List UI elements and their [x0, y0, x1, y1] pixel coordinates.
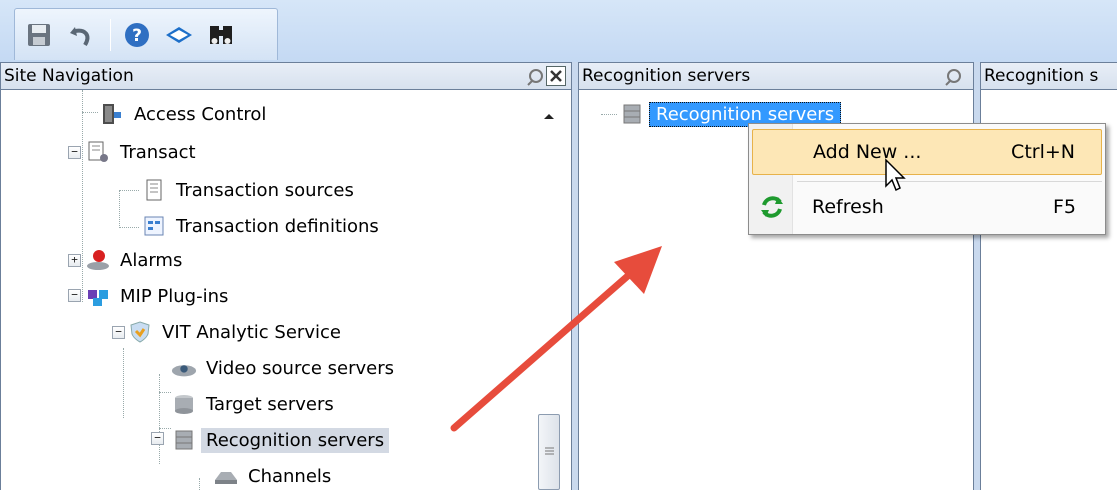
tree-item-label: Recognition servers	[201, 427, 390, 453]
server-icon	[171, 428, 197, 452]
camera-server-icon	[171, 356, 197, 380]
access-control-icon	[99, 102, 125, 126]
tree-item-label: Video source servers	[206, 357, 395, 379]
tree-item-label: Target servers	[206, 393, 334, 415]
site-navigation-header: Site Navigation	[0, 62, 572, 90]
help-icon[interactable]: ?	[119, 17, 155, 53]
toolbar: ?	[0, 0, 1117, 62]
tree-item-label: VIT Analytic Service	[162, 321, 341, 343]
tree-item-label: MIP Plug-ins	[120, 285, 229, 307]
pane-title: Site Navigation	[4, 66, 134, 86]
tree-item-transaction-definitions[interactable]: Transaction definitions	[141, 210, 384, 242]
menu-item-label: Refresh	[812, 196, 884, 218]
pin-icon[interactable]	[525, 67, 545, 87]
context-menu: Add New ... Ctrl+N Refresh F5	[748, 123, 1106, 235]
collapse-mip-plugins-toggle[interactable]: −	[68, 289, 81, 302]
transact-icon	[85, 140, 111, 164]
transaction-definitions-icon	[141, 214, 167, 238]
transaction-sources-icon	[141, 178, 167, 202]
close-pane-button[interactable]	[546, 66, 566, 86]
tree-item-label: Alarms	[120, 249, 183, 271]
recognition-servers-header: Recognition servers	[578, 62, 974, 90]
tree-item-video-source-servers[interactable]: Video source servers	[171, 352, 399, 384]
tree-item-label: Channels	[248, 465, 332, 487]
tree-item-label: Access Control	[134, 103, 267, 125]
menu-item-add-new[interactable]: Add New ... Ctrl+N	[752, 129, 1102, 175]
tree-item-transaction-sources[interactable]: Transaction sources	[141, 174, 359, 206]
close-icon	[550, 70, 562, 82]
toolbar-strip: ?	[14, 8, 278, 60]
menu-separator	[797, 181, 1102, 182]
tree-item-recognition-servers[interactable]: Recognition servers	[171, 424, 390, 456]
expand-alarms-toggle[interactable]: +	[68, 254, 81, 267]
server-icon	[619, 102, 645, 126]
undo-icon[interactable]	[63, 17, 99, 53]
alarms-icon	[85, 248, 111, 272]
mouse-cursor-icon	[885, 158, 906, 192]
tree-item-alarms[interactable]: Alarms	[85, 244, 187, 276]
pane-title: Recognition s	[984, 66, 1099, 86]
annotation-arrow	[450, 246, 662, 432]
menu-item-shortcut: F5	[1052, 196, 1076, 218]
collapse-transact-toggle[interactable]: −	[68, 146, 81, 159]
server-icon	[171, 392, 197, 416]
recognition-details-header: Recognition s	[980, 62, 1117, 90]
tree-item-label: Transaction sources	[176, 179, 354, 201]
tree-item-target-servers[interactable]: Target servers	[171, 388, 339, 420]
collapse-vit-toggle[interactable]: −	[112, 326, 125, 339]
book-icon[interactable]	[161, 17, 197, 53]
toolbar-separator	[110, 19, 111, 51]
tree-item-mip-plugins[interactable]: MIP Plug-ins	[85, 280, 233, 312]
pane-title: Recognition servers	[582, 66, 751, 86]
svg-text:?: ?	[132, 26, 142, 46]
tree-item-label: Transaction definitions	[176, 215, 379, 237]
channel-icon	[213, 464, 239, 488]
tree-item-label: Transact	[120, 141, 196, 163]
save-icon[interactable]	[21, 17, 57, 53]
collapse-recognition-toggle[interactable]: −	[151, 432, 164, 445]
tree-item-transact[interactable]: Transact	[85, 136, 201, 168]
menu-item-refresh[interactable]: Refresh F5	[752, 184, 1102, 230]
menu-item-shortcut: Ctrl+N	[1011, 141, 1075, 163]
tree-item-vit-analytic-service[interactable]: VIT Analytic Service	[127, 316, 346, 348]
binoculars-icon[interactable]	[203, 17, 239, 53]
pin-icon[interactable]	[943, 67, 963, 87]
tree-item-access-control[interactable]: Access Control	[99, 98, 271, 130]
shield-icon	[127, 320, 153, 344]
tree-item-channels[interactable]: Channels	[213, 460, 336, 490]
plugin-icon	[85, 284, 111, 308]
refresh-icon	[758, 193, 786, 226]
scroll-up-icon	[544, 114, 554, 119]
